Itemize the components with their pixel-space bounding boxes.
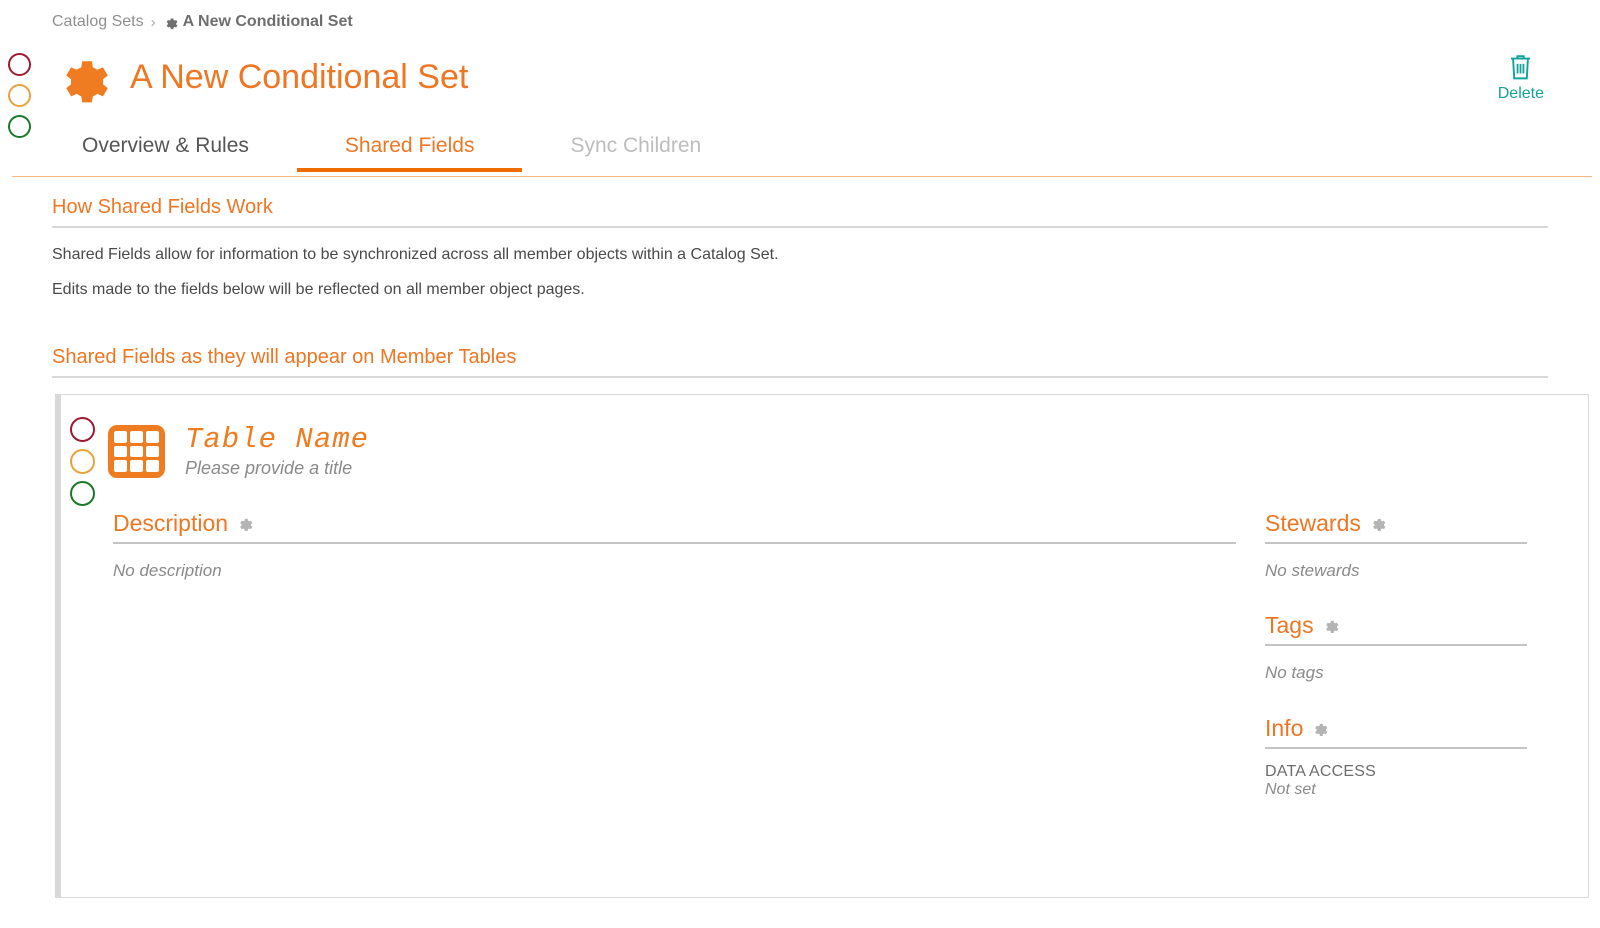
green-status-dot[interactable] [70,481,95,506]
table-card-header: Table Name Please provide a title [108,421,369,479]
gear-icon[interactable] [1311,720,1328,737]
page-status-dots [8,53,31,138]
table-card-status-dots [70,417,95,506]
info-field: Info DATA ACCESS Not set [1265,715,1527,799]
page-title-row: A New Conditional Set [52,48,468,106]
tab-label: Overview & Rules [82,134,249,157]
breadcrumb-separator: › [150,13,156,31]
tab-sync-children[interactable]: Sync Children [522,130,749,172]
info-label: Info [1265,715,1304,741]
description-empty-text: No description [113,561,222,580]
amber-status-dot[interactable] [70,449,95,474]
info-row-label: DATA ACCESS [1265,763,1376,780]
tags-label: Tags [1265,612,1314,638]
trash-icon [1507,52,1534,82]
delete-button[interactable]: Delete [1498,52,1544,103]
gear-icon[interactable] [236,515,253,532]
info-label-row: Info [1265,715,1527,747]
info-row-value: Not set [1265,781,1316,798]
page-root: Catalog Sets › A New Conditional Set A N… [0,0,1600,928]
stewards-label-row: Stewards [1265,510,1527,542]
section-divider [52,226,1548,228]
how-shared-fields-section: How Shared Fields Work [52,196,1548,228]
tab-overview-and-rules[interactable]: Overview & Rules [52,130,297,172]
gear-icon[interactable] [1322,617,1339,634]
tab-label: Sync Children [570,134,702,157]
amber-status-dot[interactable] [8,84,31,107]
stewards-label: Stewards [1265,510,1361,536]
red-status-dot[interactable] [8,53,31,76]
section-divider [52,376,1548,378]
table-name[interactable]: Table Name [185,423,369,456]
table-grid-icon [108,425,165,478]
gear-icon [52,48,110,106]
description-label: Description [113,510,229,536]
tags-label-row: Tags [1265,612,1527,644]
how-shared-fields-paragraph-2: Edits made to the fields below will be r… [52,281,585,298]
how-shared-fields-title: How Shared Fields Work [52,196,273,218]
tags-field: Tags No tags [1265,612,1527,683]
breadcrumb-current: A New Conditional Set [163,13,353,31]
tab-bar-rule [12,176,1592,177]
preview-section: Shared Fields as they will appear on Mem… [52,346,1548,378]
table-subtitle: Please provide a title [185,458,353,478]
tags-empty-text: No tags [1265,663,1324,682]
breadcrumb: Catalog Sets › A New Conditional Set [52,13,353,31]
page-title: A New Conditional Set [130,57,469,96]
gear-icon [163,15,178,30]
breadcrumb-current-label: A New Conditional Set [182,13,353,30]
delete-label: Delete [1497,85,1544,102]
breadcrumb-link-catalog-sets[interactable]: Catalog Sets [52,13,144,31]
stewards-field: Stewards No stewards [1265,510,1527,581]
description-label-row: Description [113,510,1236,542]
red-status-dot[interactable] [70,417,95,442]
tab-label: Shared Fields [344,134,475,157]
how-shared-fields-paragraph-1: Shared Fields allow for information to b… [52,246,779,263]
description-field: Description No description [113,510,1236,581]
tab-bar: Overview & Rules Shared Fields Sync Chil… [0,130,1600,178]
stewards-empty-text: No stewards [1265,561,1360,580]
tab-shared-fields[interactable]: Shared Fields [296,130,523,172]
gear-icon[interactable] [1369,515,1386,532]
preview-section-title: Shared Fields as they will appear on Mem… [52,346,517,368]
